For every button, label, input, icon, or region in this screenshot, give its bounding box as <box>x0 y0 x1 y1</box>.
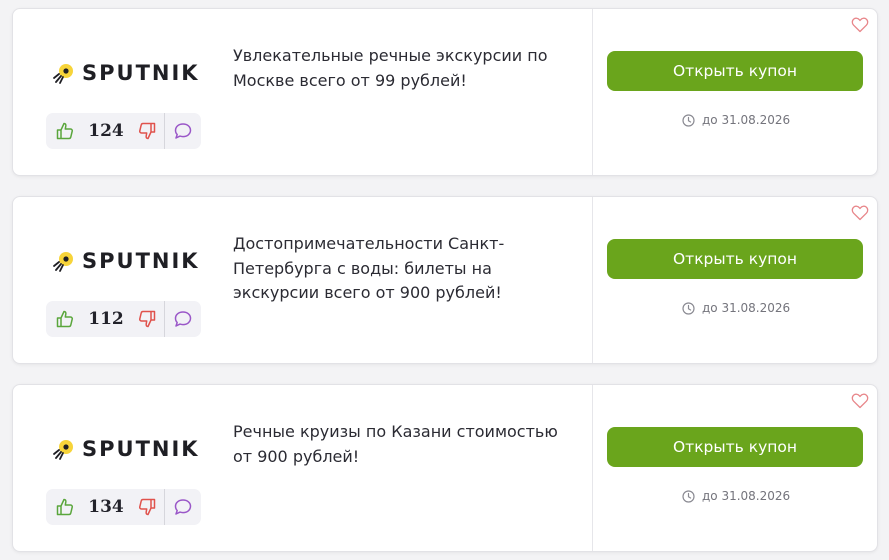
coupon-card: SPUTNIK Речные круизы по Казани стоимост… <box>12 384 878 552</box>
vote-panel: 124 <box>46 113 201 149</box>
vote-count: 112 <box>88 309 124 329</box>
vote-panel: 134 <box>46 489 201 525</box>
vote-panel: 112 <box>46 301 201 337</box>
brand-logo[interactable]: SPUTNIK <box>53 249 200 273</box>
open-coupon-button[interactable]: Открыть купон <box>607 427 863 467</box>
sputnik-logo-icon <box>53 440 73 460</box>
thumbs-down-icon[interactable] <box>137 497 157 521</box>
expiry-text: до 31.08.2026 <box>702 301 791 315</box>
vote-separator <box>164 489 165 525</box>
heart-icon[interactable] <box>851 393 869 413</box>
comment-icon[interactable] <box>173 309 193 333</box>
clock-icon <box>682 113 695 127</box>
thumbs-up-icon[interactable] <box>55 309 75 333</box>
expiry-text: до 31.08.2026 <box>702 489 791 503</box>
thumbs-up-icon[interactable] <box>55 497 75 521</box>
clock-icon <box>682 301 695 315</box>
comment-icon[interactable] <box>173 497 193 521</box>
brand-logo[interactable]: SPUTNIK <box>53 61 200 85</box>
card-divider <box>592 385 593 551</box>
coupon-title[interactable]: Достопримечательности Санкт-Петербурга с… <box>233 232 568 306</box>
sputnik-logo-icon <box>53 252 73 272</box>
comment-icon[interactable] <box>173 121 193 145</box>
card-divider <box>592 197 593 363</box>
card-divider <box>592 9 593 175</box>
brand-name: SPUTNIK <box>82 437 200 461</box>
open-coupon-button[interactable]: Открыть купон <box>607 239 863 279</box>
thumbs-down-icon[interactable] <box>137 309 157 333</box>
heart-icon[interactable] <box>851 205 869 225</box>
open-coupon-button[interactable]: Открыть купон <box>607 51 863 91</box>
brand-logo[interactable]: SPUTNIK <box>53 437 200 461</box>
coupon-title[interactable]: Речные круизы по Казани стоимостью от 90… <box>233 420 568 469</box>
coupon-title[interactable]: Увлекательные речные экскурсии по Москве… <box>233 44 568 93</box>
vote-separator <box>164 113 165 149</box>
heart-icon[interactable] <box>851 17 869 37</box>
thumbs-down-icon[interactable] <box>137 121 157 145</box>
vote-count: 134 <box>88 497 124 517</box>
expiry-date: до 31.08.2026 <box>682 489 790 503</box>
expiry-date: до 31.08.2026 <box>682 113 790 127</box>
vote-count: 124 <box>88 121 124 141</box>
vote-separator <box>164 301 165 337</box>
brand-name: SPUTNIK <box>82 61 200 85</box>
expiry-text: до 31.08.2026 <box>702 113 791 127</box>
sputnik-logo-icon <box>53 64 73 84</box>
brand-name: SPUTNIK <box>82 249 200 273</box>
clock-icon <box>682 489 695 503</box>
expiry-date: до 31.08.2026 <box>682 301 790 315</box>
coupon-card: SPUTNIK Увлекательные речные экскурсии п… <box>12 8 878 176</box>
thumbs-up-icon[interactable] <box>55 121 75 145</box>
coupon-card: SPUTNIK Достопримечательности Санкт-Пете… <box>12 196 878 364</box>
